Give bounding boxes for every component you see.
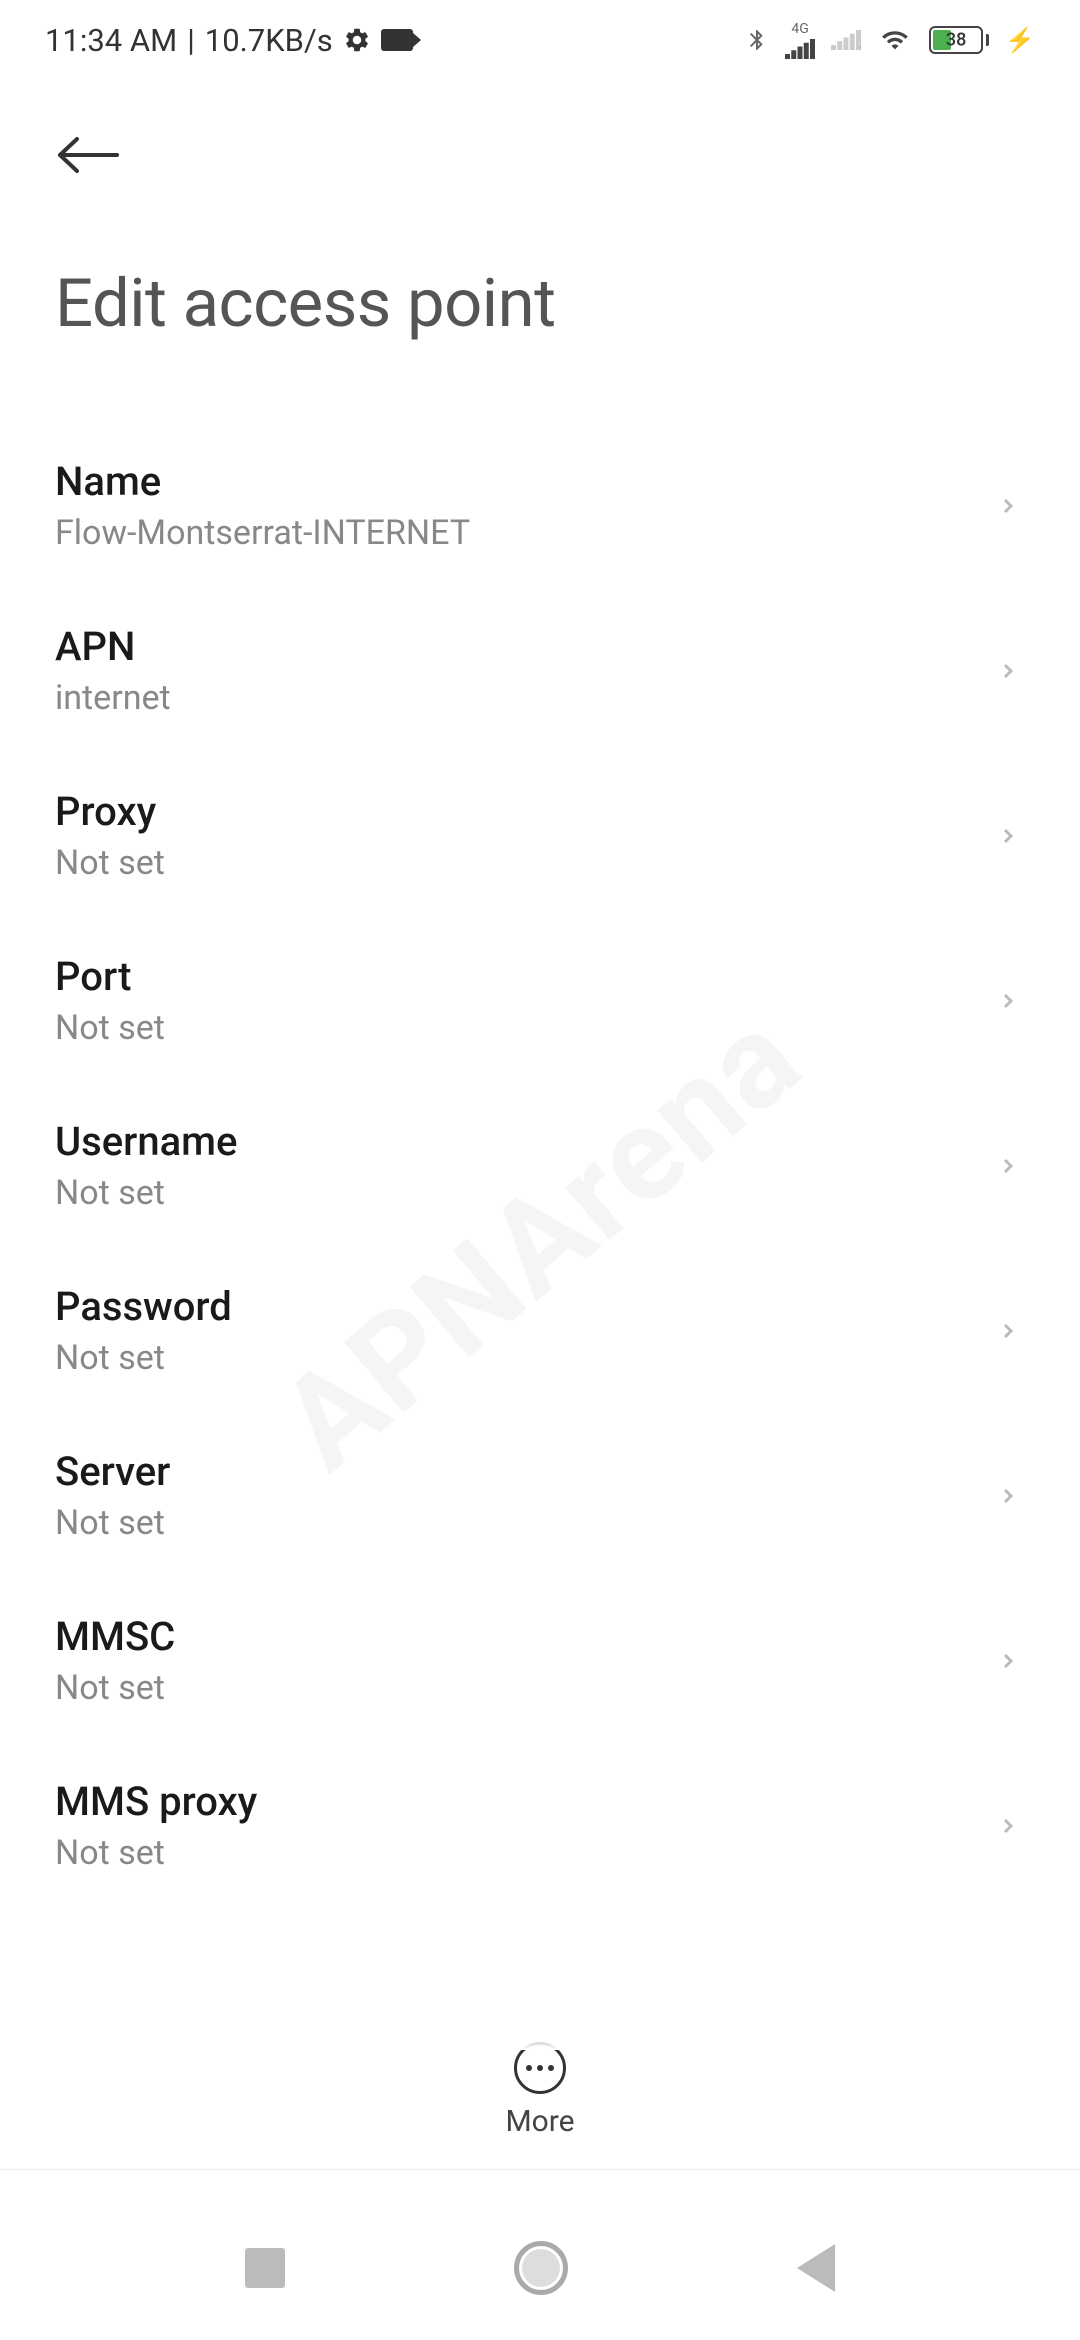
gear-icon [343, 26, 371, 54]
dot-icon [526, 2065, 532, 2071]
item-label: Proxy [55, 788, 165, 835]
setting-item-proxy[interactable]: Proxy Not set [0, 753, 1080, 918]
chevron-right-icon [996, 1319, 1020, 1343]
setting-item-mmsc[interactable]: MMSC Not set [0, 1578, 1080, 1743]
item-label: Port [55, 953, 165, 1000]
bluetooth-icon [745, 25, 769, 55]
chevron-right-icon [996, 989, 1020, 1013]
chevron-right-icon [996, 1154, 1020, 1178]
item-value: Not set [55, 1338, 232, 1378]
signal-icon-1 [785, 38, 815, 60]
chevron-right-icon [996, 824, 1020, 848]
arrow-left-icon [55, 135, 121, 175]
setting-item-password[interactable]: Password Not set [0, 1248, 1080, 1413]
setting-item-port[interactable]: Port Not set [0, 918, 1080, 1083]
item-value: Not set [55, 1668, 175, 1708]
nav-back-button[interactable] [797, 2244, 835, 2292]
item-value: Not set [55, 1503, 170, 1543]
settings-list: Name Flow-Montserrat-INTERNET APN intern… [0, 373, 1080, 1908]
item-value: Not set [55, 1833, 257, 1873]
setting-item-username[interactable]: Username Not set [0, 1083, 1080, 1248]
item-value: Not set [55, 843, 165, 883]
chevron-right-icon [996, 1649, 1020, 1673]
nav-home-button[interactable] [514, 2241, 568, 2295]
chevron-right-icon [996, 659, 1020, 683]
nav-recent-button[interactable] [245, 2248, 285, 2288]
status-bar: 11:34 AM | 10.7KB/s 4G ✕ 38 ⚡ [0, 0, 1080, 80]
battery-indicator: 38 [929, 26, 989, 54]
status-separator: | [187, 22, 195, 59]
camera-icon [381, 29, 413, 51]
back-button[interactable] [55, 120, 125, 190]
status-data-rate: 10.7KB/s [205, 22, 333, 59]
dot-icon [537, 2065, 543, 2071]
setting-item-name[interactable]: Name Flow-Montserrat-INTERNET [0, 423, 1080, 588]
dot-icon [548, 2065, 554, 2071]
item-value: Not set [55, 1008, 165, 1048]
item-label: Name [55, 458, 470, 505]
item-label: Server [55, 1448, 170, 1495]
item-label: MMS proxy [55, 1778, 257, 1825]
item-label: Username [55, 1118, 237, 1165]
item-value: Not set [55, 1173, 237, 1213]
status-time: 11:34 AM [45, 22, 177, 59]
item-label: Password [55, 1283, 232, 1330]
item-label: MMSC [55, 1613, 175, 1660]
setting-item-server[interactable]: Server Not set [0, 1413, 1080, 1578]
chevron-right-icon [996, 1484, 1020, 1508]
setting-item-apn[interactable]: APN internet [0, 588, 1080, 753]
item-label: APN [55, 623, 171, 670]
svg-text:✕: ✕ [859, 44, 862, 51]
item-value: Flow-Montserrat-INTERNET [55, 513, 470, 553]
setting-item-mms-proxy[interactable]: MMS proxy Not set [0, 1743, 1080, 1908]
navigation-bar [0, 2195, 1080, 2340]
charging-icon: ⚡ [1005, 26, 1035, 54]
network-type-label: 4G [791, 21, 808, 37]
signal-icon-2: ✕ [831, 29, 861, 51]
bottom-action-bar: More [0, 2022, 1080, 2170]
item-value: internet [55, 678, 171, 718]
more-label: More [505, 2104, 574, 2139]
wifi-icon [877, 26, 913, 54]
chevron-right-icon [996, 494, 1020, 518]
chevron-right-icon [996, 1814, 1020, 1838]
more-button[interactable] [514, 2042, 566, 2094]
page-title: Edit access point [55, 265, 1025, 343]
